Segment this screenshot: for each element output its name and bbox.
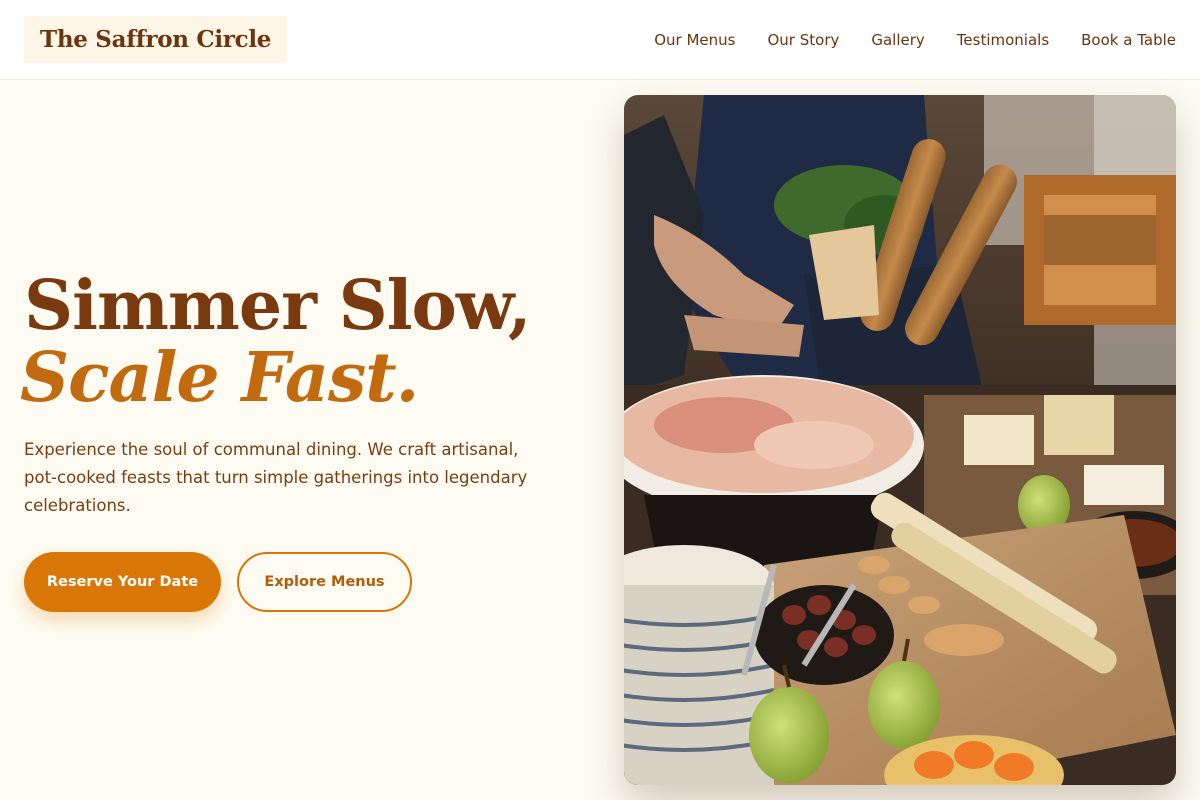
headline-line-1: Simmer Slow, (24, 266, 532, 346)
nav-link-gallery[interactable]: Gallery (871, 31, 924, 49)
hero-text-block: Simmer Slow, Scale Fast. Experience the … (20, 266, 564, 520)
nav-link-book-a-table[interactable]: Book a Table (1081, 31, 1176, 49)
top-navbar: The Saffron Circle Our Menus Our Story G… (0, 0, 1200, 80)
nav-link-testimonials[interactable]: Testimonials (957, 31, 1049, 49)
hero-description: Experience the soul of communal dining. … (24, 440, 528, 515)
hero-headline: Simmer Slow, Scale Fast. (20, 266, 564, 414)
main-nav: Our Menus Our Story Gallery Testimonials… (654, 31, 1176, 49)
nav-link-our-story[interactable]: Our Story (767, 31, 839, 49)
nav-link-our-menus[interactable]: Our Menus (654, 31, 735, 49)
catering-spread-illustration (624, 95, 1176, 785)
headline-line-2: Scale Fast. (20, 338, 419, 418)
brand-logo[interactable]: The Saffron Circle (24, 16, 288, 63)
explore-menus-button[interactable]: Explore Menus (237, 552, 412, 612)
hero-cta-row: Reserve Your Date Explore Menus (24, 552, 412, 612)
reserve-date-button[interactable]: Reserve Your Date (24, 552, 221, 612)
hero-food-photo (624, 95, 1176, 785)
